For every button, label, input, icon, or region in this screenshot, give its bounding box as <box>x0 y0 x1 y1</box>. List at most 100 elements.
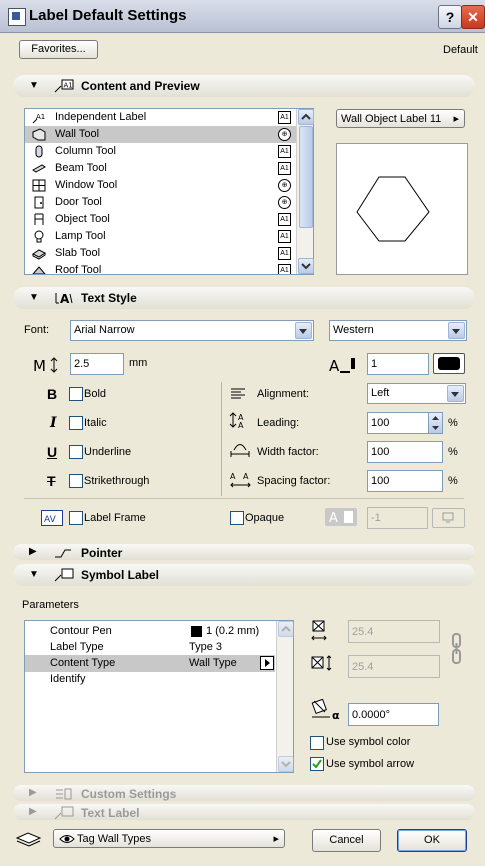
use-symbol-arrow-checkbox[interactable] <box>310 757 324 771</box>
list-item[interactable]: Roof Tool A1 <box>25 262 313 274</box>
layer-select-value: Tag Wall Types <box>77 833 151 845</box>
link-chain-icon[interactable] <box>451 633 463 668</box>
collapse-triangle-icon: ▼ <box>29 292 39 303</box>
param-row[interactable]: Content Type Wall Type <box>25 655 275 672</box>
fill-pen-value: -1 <box>371 512 381 524</box>
list-item[interactable]: Column Tool A1 <box>25 143 313 160</box>
spacing-factor-input[interactable]: 100 <box>367 470 443 492</box>
leading-stepper[interactable] <box>428 412 443 434</box>
text-style-icon: A <box>53 290 75 306</box>
scroll-up-icon[interactable] <box>278 621 294 637</box>
label-frame-checkbox[interactable] <box>69 511 83 525</box>
rotation-angle-input[interactable]: 0.0000° <box>348 703 439 726</box>
chevron-down-icon[interactable] <box>448 322 465 339</box>
list-item[interactable]: A1 Independent Label A1 <box>25 109 313 126</box>
list-item-label: Roof Tool <box>55 264 102 274</box>
cancel-button[interactable]: Cancel <box>312 829 381 852</box>
section-content-preview[interactable]: ▼ A1 Content and Preview <box>13 75 475 97</box>
svg-text:AV: AV <box>44 515 57 525</box>
symbol-height-value: 25.4 <box>352 661 374 673</box>
svg-text:A: A <box>329 511 338 526</box>
text-size-value: 2.5 <box>74 358 90 370</box>
underline-icon: U <box>47 444 58 460</box>
alignment-value: Left <box>371 387 390 399</box>
parameters-scrollbar[interactable] <box>276 621 294 772</box>
section-title: Custom Settings <box>81 787 177 801</box>
opaque-checkbox[interactable] <box>230 511 244 525</box>
section-symbol-label[interactable]: ▼ Symbol Label <box>13 564 475 586</box>
arrow-right-icon[interactable] <box>260 656 274 670</box>
label-badge-icon: A1 <box>278 213 291 226</box>
section-pointer[interactable]: ▶ Pointer <box>13 544 475 560</box>
script-select-value: Western <box>333 324 374 336</box>
symbol-width-input[interactable]: 25.4 <box>348 620 440 643</box>
param-name: Content Type <box>50 657 116 669</box>
divider <box>24 498 464 499</box>
use-symbol-color-checkbox[interactable] <box>310 736 324 750</box>
symbol-badge-icon: ⊕ <box>278 179 291 192</box>
leading-icon: AA <box>229 410 251 433</box>
bold-checkbox[interactable] <box>69 387 83 401</box>
leading-input[interactable]: 100 <box>367 412 429 434</box>
list-item[interactable]: Window Tool ⊕ <box>25 177 313 194</box>
list-item-label: Column Tool <box>55 145 116 157</box>
help-button[interactable]: ? <box>438 5 462 29</box>
italic-checkbox[interactable] <box>69 416 83 430</box>
list-item[interactable]: Beam Tool A1 <box>25 160 313 177</box>
list-item[interactable]: Object Tool A1 <box>25 211 313 228</box>
scroll-thumb[interactable] <box>299 126 313 228</box>
section-title: Symbol Label <box>81 568 160 582</box>
column-tool-icon <box>32 145 46 158</box>
text-size-input[interactable]: 2.5 <box>70 353 124 375</box>
script-select[interactable]: Western <box>329 320 467 341</box>
list-item-label: Wall Tool <box>55 128 100 140</box>
text-size-icon: M <box>32 355 62 378</box>
layer-select-button[interactable]: Tag Wall Types ▸ <box>53 829 285 848</box>
chevron-down-icon[interactable] <box>295 322 312 339</box>
text-pen-input[interactable]: 1 <box>367 353 429 375</box>
fill-pen-input[interactable]: -1 <box>367 507 428 529</box>
spacing-factor-icon: AA <box>229 470 253 493</box>
strikethrough-checkbox[interactable] <box>69 474 83 488</box>
wall-tool-icon <box>32 128 46 141</box>
svg-text:A: A <box>230 472 236 481</box>
symbol-badge-icon: ⊕ <box>278 196 291 209</box>
window-title: Label Default Settings <box>29 7 187 24</box>
list-item[interactable]: Door Tool ⊕ <box>25 194 313 211</box>
section-title: Content and Preview <box>81 79 200 93</box>
section-text-style[interactable]: ▼ A Text Style <box>13 287 475 309</box>
param-row[interactable]: Identify <box>25 671 275 688</box>
label-tool-list[interactable]: A1 Independent Label A1 Wall Tool ⊕ Colu… <box>24 108 314 275</box>
spacing-factor-percent: % <box>448 475 458 487</box>
list-scrollbar[interactable] <box>296 109 314 274</box>
fill-pen-icon: A <box>325 508 357 526</box>
param-row[interactable]: Label Type Type 3 <box>25 639 275 656</box>
favorites-button[interactable]: Favorites... <box>19 40 98 59</box>
close-button[interactable]: ✕ <box>461 5 485 29</box>
parameters-list[interactable]: Contour Pen 1 (0.2 mm) Label Type Type 3… <box>24 620 294 773</box>
scroll-down-icon[interactable] <box>298 258 314 274</box>
object-tool-icon <box>32 213 46 226</box>
scroll-down-icon[interactable] <box>278 756 294 772</box>
ok-button[interactable]: OK <box>397 829 467 852</box>
list-item[interactable]: Slab Tool A1 <box>25 245 313 262</box>
list-item[interactable]: Wall Tool ⊕ <box>25 126 313 143</box>
underline-checkbox[interactable] <box>69 445 83 459</box>
use-symbol-arrow-label: Use symbol arrow <box>326 758 415 770</box>
leading-value: 100 <box>371 417 390 429</box>
font-select[interactable]: Arial Narrow <box>70 320 314 341</box>
pen-color-button[interactable] <box>433 353 465 374</box>
symbol-height-icon <box>311 655 333 674</box>
chevron-down-icon[interactable] <box>447 385 464 402</box>
param-row[interactable]: Contour Pen 1 (0.2 mm) <box>25 623 275 640</box>
alignment-select[interactable]: Left <box>367 383 466 404</box>
title-bar: Label Default Settings ? ✕ <box>0 0 485 33</box>
label-type-button[interactable]: Wall Object Label 11 ▸ <box>336 109 465 128</box>
list-item[interactable]: Lamp Tool A1 <box>25 228 313 245</box>
width-factor-input[interactable]: 100 <box>367 441 443 463</box>
scroll-up-icon[interactable] <box>298 109 314 125</box>
fill-color-button[interactable] <box>432 508 465 528</box>
symbol-height-input[interactable]: 25.4 <box>348 655 440 678</box>
pointer-icon <box>53 545 75 560</box>
text-pen-value: 1 <box>371 358 378 370</box>
